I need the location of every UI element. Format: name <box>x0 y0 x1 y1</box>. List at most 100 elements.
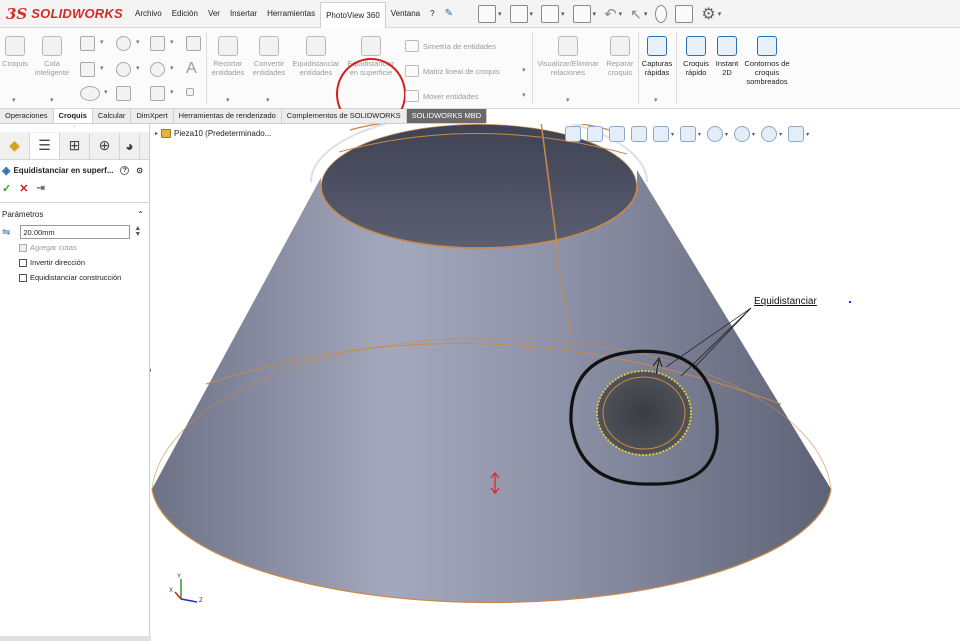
expand-arrow-icon[interactable]: ▸ <box>155 130 158 137</box>
spin-stepper-icon[interactable]: ▲ ▼ <box>134 225 141 238</box>
simetria-entidades-button[interactable]: Simetría de entidades <box>405 40 496 52</box>
panel-grip-icon[interactable]: ◦ <box>0 124 149 132</box>
pushpin-icon[interactable]: ⇥ <box>36 183 44 194</box>
chevron-down-icon[interactable]: ▾ <box>530 10 534 18</box>
tab-solidworks-mbd[interactable]: SOLIDWORKS MBD <box>406 109 488 123</box>
help-icon[interactable]: ? <box>120 165 130 175</box>
rectangle-icon[interactable] <box>80 62 95 77</box>
cancel-x-icon[interactable]: ✕ <box>19 182 28 195</box>
chevron-down-icon[interactable]: ▾ <box>644 10 648 18</box>
new-document-icon[interactable] <box>478 5 496 23</box>
chevron-down-icon[interactable]: ▾ <box>619 10 623 18</box>
ellipse-icon[interactable] <box>150 62 165 77</box>
gear-icon[interactable]: ⚙ <box>701 4 715 24</box>
chevron-down-icon[interactable]: ▾ <box>718 10 722 18</box>
mover-entidades-button[interactable]: Mover entidades <box>405 90 478 102</box>
menu-photoview-360[interactable]: PhotoView 360 <box>320 1 386 28</box>
save-icon[interactable] <box>541 5 560 23</box>
menu-herramientas[interactable]: Herramientas <box>262 0 320 28</box>
undo-icon[interactable]: ↶ <box>604 5 617 23</box>
chevron-down-icon[interactable]: ▾ <box>698 131 701 138</box>
cota-inteligente-button[interactable]: Cota inteligente <box>32 36 72 77</box>
capturas-rapidas-button[interactable]: Capturas rápidas <box>640 36 674 77</box>
chevron-down-icon[interactable]: ▾ <box>806 131 809 138</box>
chevron-down-icon[interactable]: ▾ <box>226 96 230 104</box>
print-icon[interactable] <box>572 5 591 23</box>
display-manager-tab-icon[interactable]: ◕ <box>120 132 140 159</box>
menu-archivo[interactable]: Archivo <box>130 0 167 28</box>
chevron-down-icon[interactable]: ▾ <box>170 38 174 46</box>
tab-croquis[interactable]: Croquis <box>53 109 93 123</box>
previous-view-icon[interactable] <box>609 126 625 142</box>
plane-icon[interactable] <box>186 36 201 51</box>
equidistanciar-construccion-checkbox[interactable] <box>19 273 27 282</box>
tab-calcular[interactable]: Calcular <box>93 109 132 123</box>
hole-edge-selected[interactable] <box>596 370 692 456</box>
property-manager-tab-icon[interactable]: ☰ <box>30 132 60 159</box>
chevron-down-icon[interactable]: ▾ <box>593 10 597 18</box>
chevron-down-icon[interactable]: ▾ <box>100 38 104 46</box>
circle-icon[interactable] <box>116 36 131 51</box>
zoom-to-area-icon[interactable] <box>587 126 603 142</box>
matriz-lineal-button[interactable]: Matriz lineal de croquis <box>405 65 500 77</box>
menu-insertar[interactable]: Insertar <box>225 0 262 28</box>
chevron-down-icon[interactable]: ▾ <box>522 66 526 74</box>
menu-help[interactable]: ? <box>425 0 439 28</box>
solidworks-logo[interactable]: 3S SOLIDWORKS <box>0 0 130 28</box>
tab-operaciones[interactable]: Operaciones <box>0 109 54 123</box>
chevron-down-icon[interactable]: ▾ <box>136 64 140 72</box>
croquis-button[interactable]: Croquis <box>2 36 28 68</box>
parametros-section-header[interactable]: Parámetros ⌃ <box>0 207 149 221</box>
instant-2d-button[interactable]: Instant 2D <box>712 36 742 77</box>
graphics-area[interactable]: ▸ Pieza10 (Predeterminado... ▾ ▾ ▾ ▾ ▾ ▾… <box>151 124 960 641</box>
chevron-down-icon[interactable]: ▾ <box>779 131 782 138</box>
select-cursor-icon[interactable]: ↖ <box>630 6 642 23</box>
chevron-down-icon[interactable]: ▾ <box>50 96 54 104</box>
menu-ventana[interactable]: Ventana <box>386 0 425 28</box>
chevron-down-icon[interactable]: ▾ <box>561 10 565 18</box>
chevron-up-icon[interactable]: ⌃ <box>137 210 144 219</box>
chevron-down-icon[interactable]: ▾ <box>12 96 16 104</box>
dropdown-icon[interactable]: ⊙ <box>136 166 143 175</box>
chevron-down-icon[interactable]: ▾ <box>136 38 140 46</box>
apply-scene-icon[interactable] <box>761 126 778 142</box>
contornos-sombreados-button[interactable]: Contornos de croquis sombreados <box>742 36 792 86</box>
part-scene[interactable] <box>151 124 960 641</box>
tab-dimxpert[interactable]: DimXpert <box>131 109 174 123</box>
menu-ver[interactable]: Ver <box>203 0 225 28</box>
feature-manager-tab-icon[interactable]: ◆ <box>0 132 30 159</box>
equidistanciar-construccion-option[interactable]: Equidistanciar construcción <box>0 270 149 285</box>
reparar-croquis-button[interactable]: Reparar croquis <box>603 36 637 77</box>
edit-appearance-icon[interactable] <box>734 126 751 142</box>
ok-checkmark-icon[interactable]: ✓ <box>2 182 11 195</box>
text-icon[interactable]: A <box>186 60 197 78</box>
croquis-rapido-button[interactable]: Croquis rápido <box>680 36 712 77</box>
chevron-down-icon[interactable]: ▾ <box>752 131 755 138</box>
tab-complementos[interactable]: Complementos de SOLIDWORKS <box>282 109 407 123</box>
pin-icon[interactable]: ✎ <box>440 0 458 28</box>
view-settings-icon[interactable] <box>788 126 805 142</box>
section-view-icon[interactable] <box>631 126 647 142</box>
slot-icon[interactable] <box>80 86 100 101</box>
menu-edicion[interactable]: Edición <box>167 0 203 28</box>
invertir-direccion-checkbox[interactable] <box>19 258 27 267</box>
offset-distance-input[interactable] <box>20 225 131 239</box>
point-icon[interactable] <box>186 88 194 96</box>
chevron-down-icon[interactable]: ▾ <box>725 131 728 138</box>
dimxpert-manager-tab-icon[interactable]: ⊕ <box>90 132 120 159</box>
chevron-down-icon[interactable]: ▾ <box>671 131 674 138</box>
fillet-icon[interactable] <box>150 86 165 101</box>
spline-icon[interactable] <box>150 36 165 51</box>
chevron-down-icon[interactable]: ▾ <box>498 10 502 18</box>
chevron-down-icon[interactable]: ▾ <box>170 64 174 72</box>
line-icon[interactable] <box>80 36 95 51</box>
rebuild-icon[interactable] <box>655 5 668 23</box>
zoom-to-fit-icon[interactable] <box>565 126 581 142</box>
chevron-down-icon[interactable]: ▾ <box>104 88 108 96</box>
view-orientation-icon[interactable] <box>653 126 669 142</box>
convertir-entidades-button[interactable]: Convertir entidades <box>250 36 288 77</box>
chevron-down-icon[interactable]: ▾ <box>654 96 658 104</box>
visualizar-eliminar-button[interactable]: Visualizar/Eliminar relaciones <box>535 36 601 77</box>
feature-tree-root[interactable]: ▸ Pieza10 (Predeterminado... <box>155 129 271 138</box>
tab-herramientas-renderizado[interactable]: Herramientas de renderizado <box>174 109 282 123</box>
